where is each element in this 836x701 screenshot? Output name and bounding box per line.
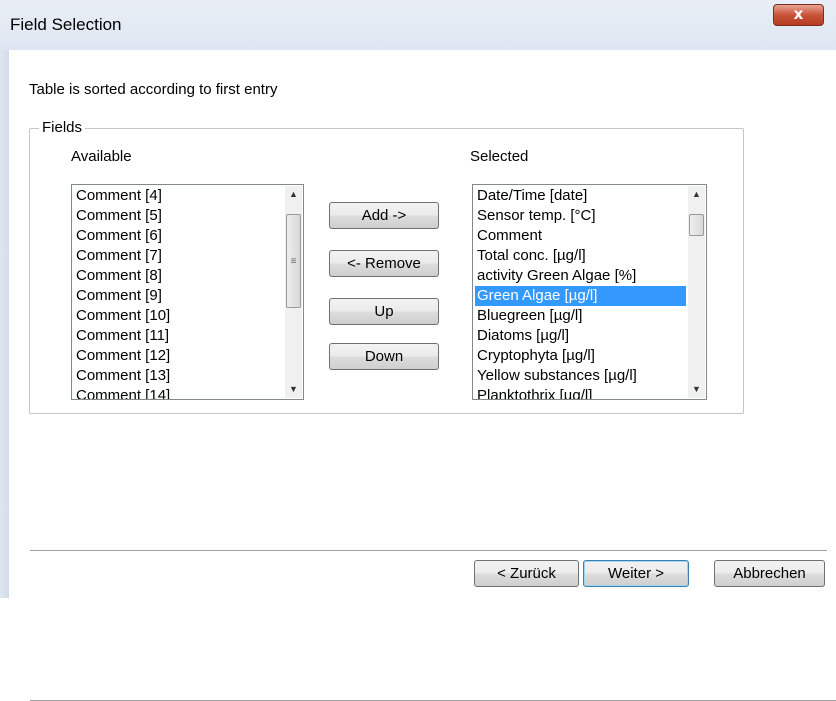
add-button[interactable]: Add -> (329, 202, 439, 229)
list-item[interactable]: Comment [14] (74, 386, 283, 399)
scroll-thumb[interactable]: ≡ (286, 214, 301, 308)
sort-note: Table is sorted according to first entry (29, 81, 278, 98)
available-scrollbar[interactable]: ▲ ≡ ▼ (285, 186, 302, 398)
list-item[interactable]: Comment [7] (74, 246, 283, 266)
list-item[interactable]: Comment [13] (74, 366, 283, 386)
list-item[interactable]: Sensor temp. [°C] (475, 206, 686, 226)
close-button[interactable]: x (773, 4, 824, 26)
list-item[interactable]: Green Algae [µg/l] (475, 286, 686, 306)
close-icon: x (793, 5, 804, 23)
scroll-thumb[interactable] (689, 214, 704, 236)
selected-scrollbar[interactable]: ▲ ▼ (688, 186, 705, 398)
available-items: Comment [4] Comment [5] Comment [6] Comment… (74, 186, 283, 399)
cancel-button[interactable]: Abbrechen (714, 560, 825, 587)
back-button[interactable]: < Zurück (474, 560, 579, 587)
scroll-down-icon[interactable]: ▼ (285, 381, 302, 398)
list-item[interactable]: Comment (475, 226, 686, 246)
list-item[interactable]: Bluegreen [µg/l] (475, 306, 686, 326)
scroll-up-icon[interactable]: ▲ (688, 186, 705, 203)
up-button[interactable]: Up (329, 298, 439, 325)
window-border (0, 50, 9, 598)
list-item[interactable]: Date/Time [date] (475, 186, 686, 206)
list-item[interactable]: Comment [10] (74, 306, 283, 326)
available-label: Available (71, 148, 132, 165)
scroll-up-icon[interactable]: ▲ (285, 186, 302, 203)
fields-legend: Fields (39, 119, 86, 136)
selected-items: Date/Time [date] Sensor temp. [°C] Comment… (475, 186, 686, 399)
list-item[interactable]: Comment [4] (74, 186, 283, 206)
list-item[interactable]: Comment [11] (74, 326, 283, 346)
next-button[interactable]: Weiter > (583, 560, 689, 587)
list-item[interactable]: Comment [5] (74, 206, 283, 226)
list-item[interactable]: Comment [8] (74, 266, 283, 286)
list-item[interactable]: Comment [9] (74, 286, 283, 306)
remove-button[interactable]: <- Remove (329, 250, 439, 277)
selected-label: Selected (470, 148, 529, 165)
list-item[interactable]: Comment [12] (74, 346, 283, 366)
down-button[interactable]: Down (329, 343, 439, 370)
list-item[interactable]: Diatoms [µg/l] (475, 326, 686, 346)
available-list[interactable]: Comment [4] Comment [5] Comment [6] Comment… (71, 184, 304, 400)
list-item[interactable]: Comment [6] (74, 226, 283, 246)
selected-list[interactable]: Date/Time [date] Sensor temp. [°C] Comment… (472, 184, 707, 400)
footer-separator-line (30, 550, 827, 551)
list-item[interactable]: Planktothrix [µg/l] (475, 386, 686, 399)
dialog-body: Table is sorted according to first entry… (9, 50, 836, 701)
window-title: Field Selection (10, 15, 122, 34)
list-item[interactable]: Cryptophyta [µg/l] (475, 346, 686, 366)
list-item[interactable]: activity Green Algae [%] (475, 266, 686, 286)
scroll-down-icon[interactable]: ▼ (688, 381, 705, 398)
grip-icon: ≡ (290, 256, 297, 267)
list-item[interactable]: Total conc. [µg/l] (475, 246, 686, 266)
title-bar[interactable]: Field Selection x (0, 0, 836, 50)
list-item[interactable]: Yellow substances [µg/l] (475, 366, 686, 386)
